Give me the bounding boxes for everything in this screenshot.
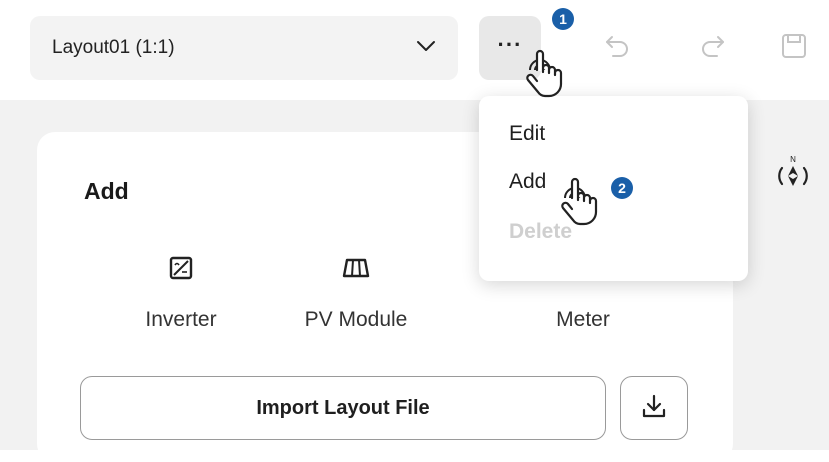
- import-layout-file-button[interactable]: Import Layout File: [80, 376, 606, 440]
- undo-icon: [603, 31, 633, 66]
- hand-pointer-icon: [555, 172, 617, 239]
- device-pv-module[interactable]: PV Module: [281, 250, 431, 332]
- top-toolbar: Layout01 (1:1) ···: [0, 0, 829, 100]
- compass-button[interactable]: N: [773, 154, 813, 194]
- download-button[interactable]: [620, 376, 688, 440]
- inverter-icon: [106, 250, 256, 286]
- save-button[interactable]: [770, 24, 818, 72]
- menu-item-edit[interactable]: Edit: [509, 122, 545, 146]
- redo-button[interactable]: [688, 24, 736, 72]
- menu-item-add[interactable]: Add: [509, 170, 546, 194]
- compass-north-label: N: [790, 155, 796, 164]
- hand-pointer-icon: [514, 40, 576, 107]
- redo-icon: [697, 31, 727, 66]
- add-panel-title: Add: [84, 178, 129, 204]
- device-label: PV Module: [304, 308, 408, 331]
- save-icon: [779, 31, 809, 66]
- device-label: Meter: [556, 308, 610, 331]
- undo-button[interactable]: [594, 24, 642, 72]
- layout-select-value: Layout01 (1:1): [52, 37, 175, 58]
- device-label: Inverter: [145, 308, 217, 331]
- download-icon: [640, 392, 668, 425]
- layout-select[interactable]: Layout01 (1:1): [30, 16, 458, 80]
- step-badge-1: 1: [552, 8, 574, 30]
- compass-icon: N: [773, 155, 813, 198]
- pv-module-icon: [281, 250, 431, 286]
- chevron-down-icon: [416, 39, 436, 57]
- import-layout-file-label: Import Layout File: [256, 396, 430, 419]
- device-inverter[interactable]: Inverter: [106, 250, 256, 332]
